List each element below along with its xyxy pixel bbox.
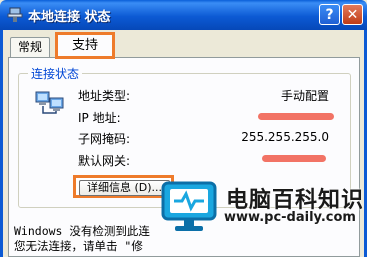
note-line-1: Windows 没有检测到此连 — [14, 224, 150, 238]
default-gateway-redaction — [262, 155, 326, 162]
subnet-mask-label: 子网掩码: — [78, 132, 131, 146]
network-computers-icon — [35, 91, 64, 114]
ip-address-redaction — [258, 113, 334, 120]
tab-general[interactable]: 常规 — [10, 37, 50, 57]
details-button-highlight: 详细信息 (D)... — [73, 175, 174, 198]
ip-address-label: IP 地址: — [78, 111, 121, 125]
default-gateway-label: 默认网关: — [78, 154, 131, 168]
help-button[interactable]: ? — [319, 4, 340, 25]
tab-support[interactable]: 支持 — [55, 32, 115, 59]
title-bar: 本地连接 状态 ? ✕ — [0, 0, 367, 30]
watermark-url: www.pc-daily.com — [224, 210, 356, 225]
tab-general-label: 常规 — [17, 40, 42, 54]
close-icon: ✕ — [346, 7, 359, 23]
group-title: 连接状态 — [28, 65, 83, 82]
address-type-value: 手动配置 — [280, 89, 329, 103]
help-icon: ? — [325, 7, 334, 23]
tab-support-label: 支持 — [71, 38, 98, 53]
close-button[interactable]: ✕ — [342, 4, 363, 25]
monitor-logo-icon — [161, 181, 217, 231]
window-title: 本地连接 状态 — [28, 10, 111, 25]
details-button[interactable]: 详细信息 (D)... — [79, 180, 170, 196]
address-type-label: 地址类型: — [78, 89, 131, 103]
note-line-2: 您无法连接，请单击 "修 — [14, 239, 143, 253]
network-connection-icon — [7, 7, 23, 22]
subnet-mask-value: 255.255.255.0 — [241, 130, 329, 144]
